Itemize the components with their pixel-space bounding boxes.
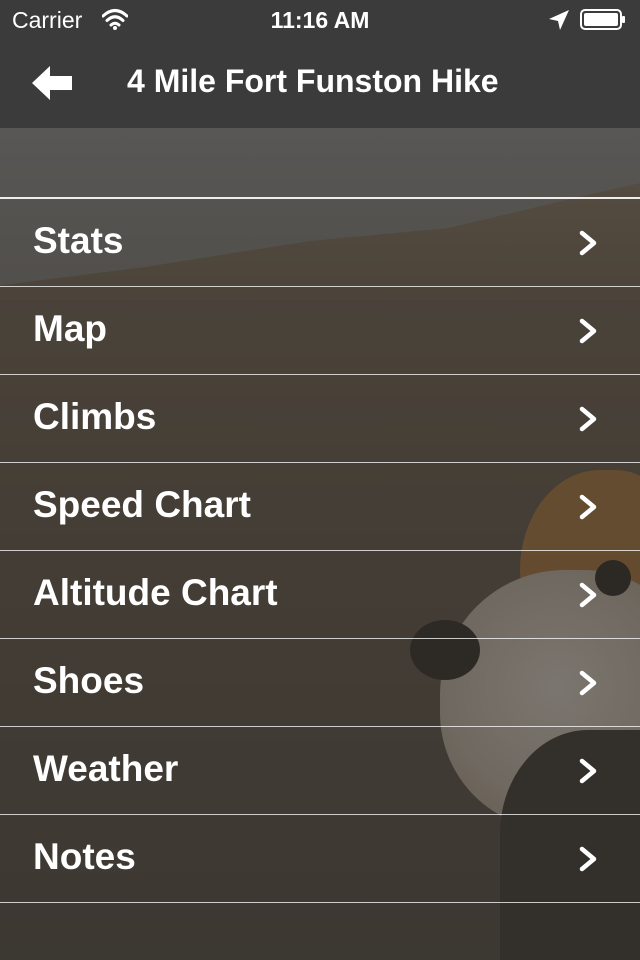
battery-icon: [580, 9, 625, 30]
chevron-right-icon: [579, 318, 597, 344]
menu-item-stats[interactable]: Stats: [0, 199, 640, 287]
menu-item-label: Altitude Chart: [33, 572, 278, 613]
status-bar: Carrier 11:16 AM: [0, 0, 640, 40]
menu-item-map[interactable]: Map: [0, 287, 640, 375]
chevron-right-icon: [579, 230, 597, 256]
hike-menu-list: Stats Map Climbs Speed Chart Altitude Ch…: [0, 197, 640, 903]
status-time: 11:16 AM: [270, 7, 370, 33]
menu-item-label: Speed Chart: [33, 484, 251, 525]
chevron-right-icon: [579, 670, 597, 696]
menu-item-label: Shoes: [33, 660, 145, 701]
chevron-right-icon: [579, 406, 597, 432]
menu-item-weather[interactable]: Weather: [0, 727, 640, 815]
menu-item-label: Notes: [33, 836, 136, 877]
menu-item-label: Climbs: [33, 396, 157, 437]
menu-item-label: Map: [33, 308, 107, 349]
chevron-right-icon: [579, 582, 597, 608]
menu-item-climbs[interactable]: Climbs: [0, 375, 640, 463]
chevron-right-icon: [579, 846, 597, 872]
navigation-bar: 4 Mile Fort Funston Hike: [0, 40, 640, 128]
back-arrow-icon[interactable]: [32, 66, 74, 100]
page-title: 4 Mile Fort Funston Hike: [127, 63, 499, 99]
location-arrow-icon: [549, 10, 569, 30]
chevron-right-icon: [579, 758, 597, 784]
chevron-right-icon: [579, 494, 597, 520]
menu-item-speed-chart[interactable]: Speed Chart: [0, 463, 640, 551]
menu-item-altitude-chart[interactable]: Altitude Chart: [0, 551, 640, 639]
menu-item-shoes[interactable]: Shoes: [0, 639, 640, 727]
menu-item-notes[interactable]: Notes: [0, 815, 640, 903]
menu-item-label: Weather: [33, 748, 179, 789]
menu-item-label: Stats: [33, 220, 124, 261]
